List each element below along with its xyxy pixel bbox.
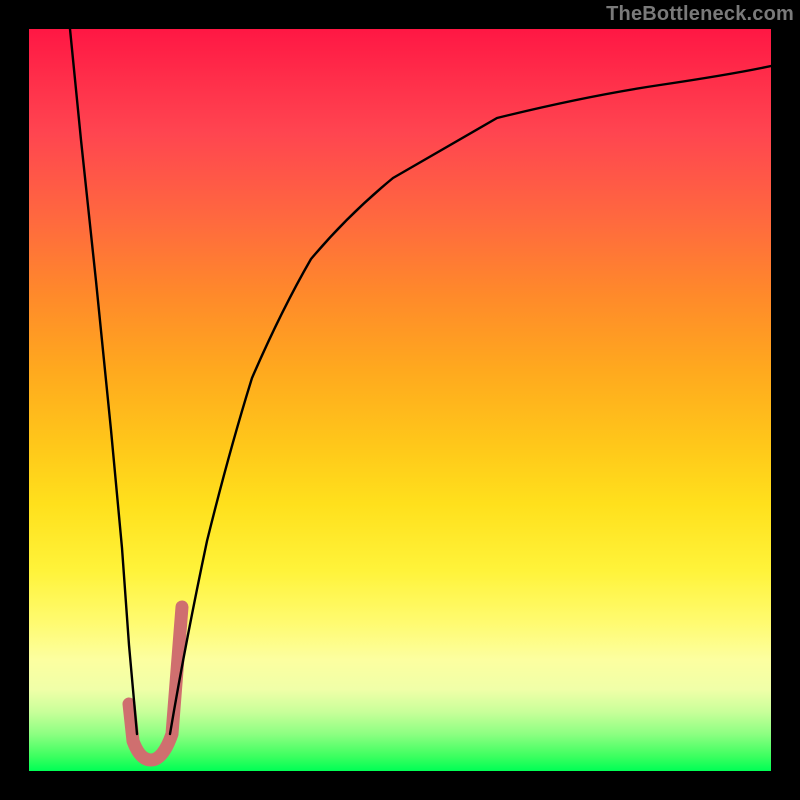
series-j-marker: [129, 607, 182, 760]
watermark-text: TheBottleneck.com: [606, 3, 794, 26]
series-left-steep-drop: [70, 29, 137, 734]
chart-svg: [29, 29, 771, 771]
plot-area: [29, 29, 771, 771]
chart-frame: TheBottleneck.com: [0, 0, 800, 800]
series-right-rising-curve: [170, 66, 771, 734]
